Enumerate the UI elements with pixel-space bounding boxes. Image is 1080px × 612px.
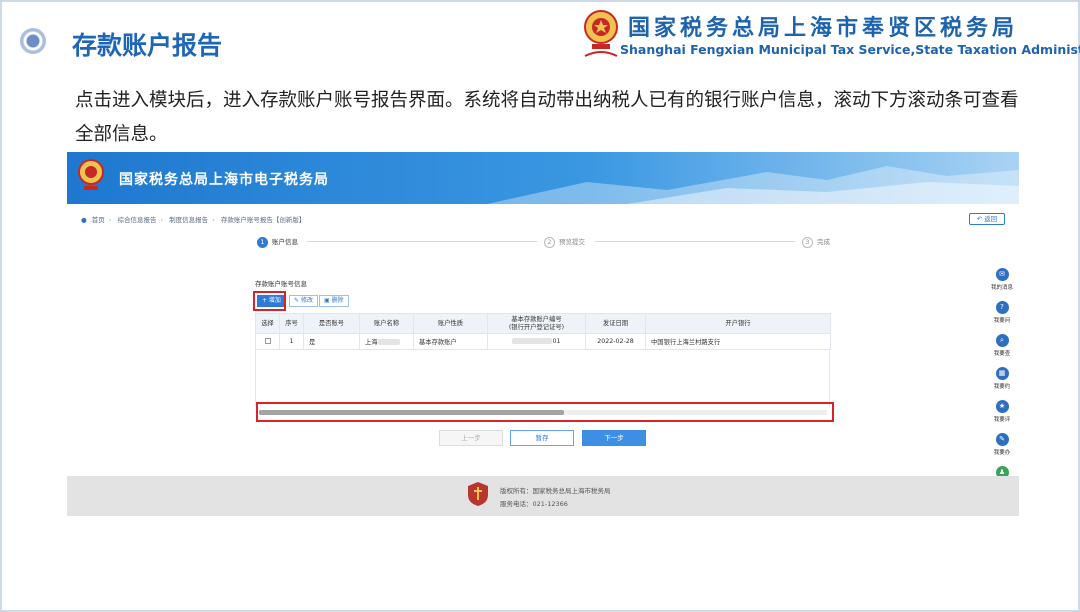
col-account-type: 账户性质 [413,313,488,334]
step-divider [595,241,795,242]
portal-emblem-icon [78,159,104,190]
edit-icon: ✎ [294,297,300,304]
delete-button[interactable]: ▣ 删除 [319,295,349,307]
col-issue-date: 发证日期 [585,313,646,334]
cell-type: 基本存款账户 [413,333,488,350]
etax-screenshot: 国家税务总局上海市电子税务局 ● 首页 › 综合信息报告 › 制度信息报告 › 存款账… [67,152,1019,516]
save-draft-button[interactable]: 暂存 [510,430,574,446]
cell-flag: 是 [303,333,360,350]
bullet-icon [20,28,46,54]
cell-code: 01 [552,338,561,345]
col-is-account: 是否账号 [303,313,360,334]
add-button-highlight [253,291,286,311]
step-complete: 3 完成 [802,236,830,248]
col-bank: 开户银行 [645,313,831,334]
footer-service-phone: 服务电话：021-12366 [500,500,568,508]
portal-title: 国家税务总局上海市电子税务局 [119,172,329,188]
step-account-info: 1 账户信息 [257,236,298,248]
tax-emblem-icon [584,10,618,57]
cell-date: 2022-02-28 [585,333,646,350]
row-checkbox[interactable] [264,337,271,344]
prev-step-button[interactable]: 上一步 [439,430,503,446]
pen-icon: ✎ [995,433,1009,446]
table-header-row: 选择 序号 是否账号 账户名称 账户性质 基本存款账户编号 (银行开户登记证号)… [255,313,831,334]
side-tool-review[interactable]: ★ 我要评 [985,400,1019,423]
delete-icon: ▣ [324,297,330,304]
scrollbar-highlight [256,402,834,422]
edit-button[interactable]: ✎ 修改 [289,295,318,307]
breadcrumb-info-report[interactable]: 综合信息报告 [117,216,156,224]
side-tool-messages[interactable]: ✉ 我的消息 [985,268,1019,291]
redacted-mask [512,338,553,344]
next-step-button[interactable]: 下一步 [582,430,646,446]
portal-banner: 国家税务总局上海市电子税务局 [67,152,1019,204]
account-table: 选择 序号 是否账号 账户名称 账户性质 基本存款账户编号 (银行开户登记证号)… [255,313,831,350]
message-icon: ✉ [995,268,1009,281]
breadcrumb-system-report[interactable]: 制度信息报告 [169,216,208,224]
redacted-mask [377,339,400,345]
step-preview-submit: 2 预览提交 [544,236,585,248]
location-pin-icon: ● [81,216,87,224]
breadcrumb: ● 首页 › 综合信息报告 › 制度信息报告 › 存款账户账号报告【创新版】 [81,216,306,224]
org-name-en: Shanghai Fengxian Municipal Tax Service,… [620,42,1080,57]
footer-copyright: 版权所有：国家税务总局上海市税务局 [500,487,611,495]
instruction-text: 点击进入模块后，进入存款账户账号报告界面。系统将自动带出纳税人已有的银行账户信息… [75,90,1019,145]
section-title: 存款账户账号信息 [255,280,307,288]
step-divider [307,241,537,242]
breadcrumb-home[interactable]: 首页 [92,216,105,224]
slide-title: 存款账户报告 [72,31,223,60]
col-seq: 序号 [279,313,304,334]
side-tool-query[interactable]: ⌕ 我要查 [985,334,1019,357]
breadcrumb-current: 存款账户账号报告【创新版】 [220,216,306,224]
cell-bank: 中国银行上海兰村路支行 [645,333,831,350]
side-tool-ask[interactable]: ? 我要问 [985,301,1019,324]
col-account-name: 账户名称 [359,313,414,334]
table-empty-area [255,349,830,407]
cell-name: 上海 [365,339,378,346]
footer-badge-icon [468,482,488,506]
search-icon: ⌕ [995,334,1009,347]
col-select: 选择 [255,313,280,334]
side-tool-handle[interactable]: ✎ 我要办 [985,433,1019,456]
calendar-icon: ▦ [995,367,1009,380]
cell-seq: 1 [279,333,304,350]
org-name-cn: 国家税务总局上海市奉贤区税务局 [628,16,1019,41]
back-button[interactable]: ↶ 返回 [969,213,1005,225]
side-tool-appointment[interactable]: ▦ 我要约 [985,367,1019,390]
rating-icon: ★ [995,400,1009,413]
question-icon: ? [995,301,1009,314]
table-row[interactable]: 1 是 上海 基本存款账户 01 2022-02-28 中国银行上海兰村路支行 [255,333,831,350]
portal-footer: 版权所有：国家税务总局上海市税务局 服务电话：021-12366 [67,476,1019,516]
col-basic-account-code: 基本存款账户编号 (银行开户登记证号) [487,313,586,334]
